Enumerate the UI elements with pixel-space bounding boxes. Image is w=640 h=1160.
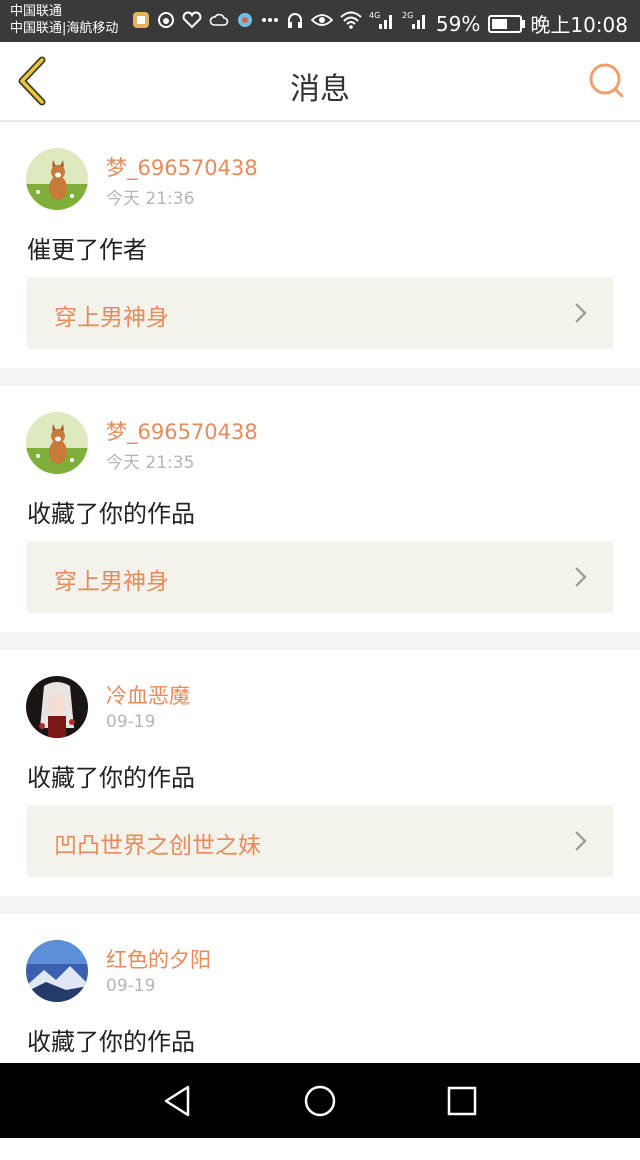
- battery-percent: 59%: [435, 11, 481, 36]
- book-link[interactable]: 穿上男神身: [27, 277, 613, 349]
- camera-app-icon: [236, 11, 254, 29]
- status-bar: 中国联通 中国联通|海航移动 4G 2G 59% 晚上10:08: [0, 0, 640, 42]
- system-nav-bar: [0, 1063, 640, 1138]
- book-link[interactable]: 穿上男神身: [27, 541, 613, 613]
- page-title: 消息: [290, 72, 350, 107]
- message-action: 收藏了你的作品: [27, 764, 195, 792]
- eye-icon: [311, 12, 333, 28]
- more-icon: [261, 17, 279, 23]
- chevron-right-icon: [575, 303, 587, 323]
- wifi-icon: [340, 11, 362, 29]
- separator: [0, 896, 640, 914]
- net-2-label: 2G: [402, 11, 413, 20]
- book-title: 穿上男神身: [54, 569, 169, 595]
- username[interactable]: 红色的夕阳: [106, 944, 211, 974]
- app-header: 消息: [0, 42, 640, 122]
- book-title: 凹凸世界之创世之妹: [54, 833, 261, 859]
- search-icon: [589, 63, 624, 98]
- anime-avatar-icon: [26, 676, 88, 738]
- message-time: 09-19: [106, 976, 156, 996]
- dog-avatar-icon: [26, 412, 88, 474]
- message-time: 今天 21:36: [106, 189, 195, 209]
- nav-home-button[interactable]: [302, 1083, 338, 1119]
- user-avatar[interactable]: [26, 676, 88, 738]
- circle-home-icon: [304, 1085, 336, 1117]
- message-action: 催更了作者: [27, 236, 147, 264]
- clock: 晚上10:08: [530, 13, 628, 37]
- book-link[interactable]: 凹凸世界之创世之妹: [27, 805, 613, 877]
- user-avatar[interactable]: [26, 940, 88, 1002]
- username[interactable]: 梦_696570438: [106, 152, 258, 182]
- mountain-avatar-icon: [26, 940, 88, 1002]
- battery-level: [492, 18, 508, 29]
- book-title: 穿上男神身: [54, 305, 169, 331]
- user-avatar[interactable]: [26, 148, 88, 210]
- message-card: 梦_696570438 今天 21:36 催更了作者 穿上男神身: [0, 122, 640, 368]
- headphones-icon: [286, 11, 304, 29]
- message-card: 梦_696570438 今天 21:35 收藏了你的作品 穿上男神身: [0, 386, 640, 632]
- search-button[interactable]: [586, 60, 626, 100]
- chevron-right-icon: [575, 567, 587, 587]
- carrier-1: 中国联通: [10, 4, 63, 19]
- cloud-icon: [209, 12, 229, 28]
- message-time: 今天 21:35: [106, 453, 195, 473]
- notification-icons: 4G 2G: [132, 10, 428, 30]
- battery-icon: [488, 14, 526, 33]
- signal-4g-icon: 4G: [369, 10, 395, 30]
- dog-avatar-icon: [26, 148, 88, 210]
- carrier-info: 中国联通 中国联通|海航移动: [10, 3, 118, 37]
- app-notification-icon: [132, 11, 150, 29]
- username[interactable]: 冷血恶魔: [106, 680, 190, 710]
- square-recents-icon: [447, 1086, 477, 1116]
- net-1-label: 4G: [369, 11, 380, 20]
- message-list: 梦_696570438 今天 21:36 催更了作者 穿上男神身 梦_69657…: [0, 122, 640, 1160]
- separator: [0, 632, 640, 650]
- nav-back-button[interactable]: [160, 1083, 196, 1119]
- status-right: 59% 晚上10:08: [436, 9, 628, 38]
- carrier-2: 中国联通|海航移动: [10, 21, 119, 36]
- message-card: 冷血恶魔 09-19 收藏了你的作品 凹凸世界之创世之妹: [0, 650, 640, 896]
- health-icon: [182, 11, 202, 29]
- message-action: 收藏了你的作品: [27, 1028, 195, 1056]
- message-time: 09-19: [106, 712, 156, 732]
- username[interactable]: 梦_696570438: [106, 416, 258, 446]
- weibo-icon: [157, 11, 175, 29]
- chevron-right-icon: [575, 831, 587, 851]
- user-avatar[interactable]: [26, 412, 88, 474]
- triangle-back-icon: [164, 1085, 190, 1117]
- signal-2g-icon: 2G: [402, 10, 428, 30]
- nav-recents-button[interactable]: [444, 1083, 480, 1119]
- message-action: 收藏了你的作品: [27, 500, 195, 528]
- separator: [0, 368, 640, 386]
